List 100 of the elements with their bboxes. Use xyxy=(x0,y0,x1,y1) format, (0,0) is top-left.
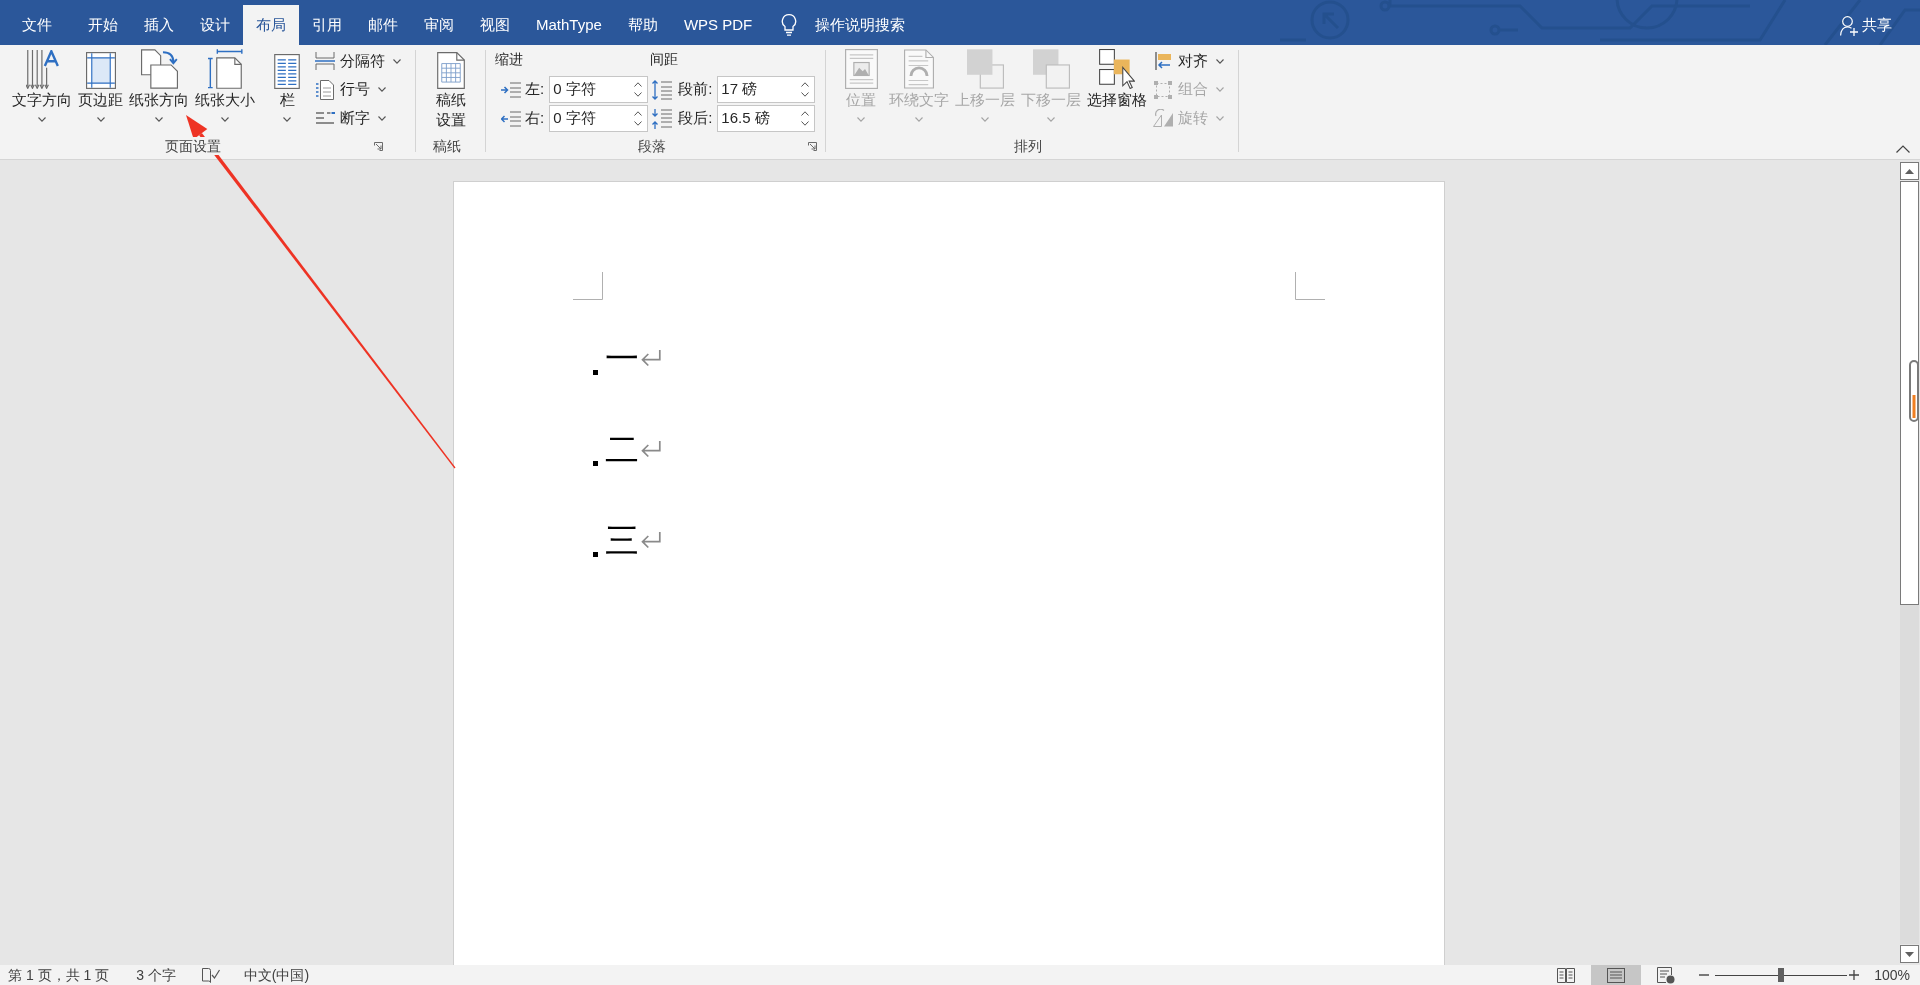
grid-page-icon xyxy=(436,52,465,89)
ribbon-button[interactable]: 栏 xyxy=(262,47,312,135)
paragraph-text: 三 xyxy=(605,520,639,560)
chevron-down-icon xyxy=(378,115,386,121)
triangle-down-icon xyxy=(1905,951,1914,957)
ribbon-tab[interactable]: 视图 xyxy=(467,5,523,45)
zoom-in-icon[interactable] xyxy=(1849,970,1860,980)
dialog-launcher-icon[interactable] xyxy=(374,141,383,151)
ribbon-tab[interactable]: 插入 xyxy=(131,5,187,45)
chevron-down-icon xyxy=(378,87,386,93)
ribbon-tab[interactable]: 引用 xyxy=(299,5,355,45)
paragraph-text: 二 xyxy=(605,429,639,469)
square-mark-icon xyxy=(593,552,598,557)
spacing-arrows-icon xyxy=(652,108,673,129)
align-left-icon xyxy=(1155,52,1171,71)
share-button[interactable]: 共享 xyxy=(1840,5,1892,45)
ribbon-tab[interactable]: 审阅 xyxy=(411,5,467,45)
stacked-squares-icon xyxy=(1032,49,1070,89)
word-count[interactable]: 3 个字 xyxy=(136,965,176,985)
web-page-icon xyxy=(1657,966,1676,984)
open-book-icon xyxy=(1557,967,1576,983)
ribbon-tab[interactable]: 文件 xyxy=(9,5,65,45)
page-lines-icon xyxy=(1607,967,1626,983)
field-label: 段前: xyxy=(678,80,713,99)
chevron-down-icon[interactable] xyxy=(634,121,643,126)
group-label: 页面设置 xyxy=(163,137,223,155)
ribbon-button[interactable]: 选择窗格 xyxy=(1084,47,1150,135)
chevron-down-icon[interactable] xyxy=(801,121,810,126)
group-label: 排列 xyxy=(1012,137,1044,155)
zoom-slider-thumb[interactable] xyxy=(1778,968,1785,982)
chevron-down-icon[interactable] xyxy=(801,92,810,97)
section-heading: 间距 xyxy=(650,50,680,69)
ribbon-tab[interactable]: 开始 xyxy=(75,5,131,45)
page-count[interactable]: 第 1 页，共 1 页 xyxy=(8,965,110,985)
vertical-arrows-icon xyxy=(25,50,59,89)
tell-me-search[interactable]: 操作说明搜索 xyxy=(781,5,906,45)
ribbon-tab[interactable]: 邮件 xyxy=(355,5,411,45)
group-label: 稿纸 xyxy=(430,137,463,155)
ribbon-button[interactable]: 纸张大小 xyxy=(192,47,258,135)
chevron-up-icon[interactable] xyxy=(801,111,810,116)
scrollbar-thumb[interactable] xyxy=(1900,181,1919,605)
ribbon-button[interactable]: 行号 xyxy=(312,75,389,104)
chevron-up-icon[interactable] xyxy=(634,111,643,116)
page-margins-icon xyxy=(85,52,116,89)
chevron-down-icon xyxy=(1216,87,1224,93)
ribbon-button[interactable]: 纸张方向 xyxy=(126,47,192,135)
dialog-launcher-icon[interactable] xyxy=(808,141,817,151)
section-heading: 缩进 xyxy=(495,50,524,69)
ribbon-tab[interactable]: 设计 xyxy=(187,5,243,45)
paragraph-mark-icon xyxy=(640,349,661,367)
chevron-up-icon[interactable] xyxy=(801,82,810,87)
ribbon-button[interactable]: 文字方向 xyxy=(9,47,75,135)
chevron-down-icon[interactable] xyxy=(634,92,643,97)
view-button[interactable] xyxy=(1591,965,1642,985)
selection-pane-icon xyxy=(1099,49,1135,89)
chevron-up-icon[interactable] xyxy=(634,82,643,87)
paragraph-text: 一 xyxy=(605,338,639,378)
ribbon-tab[interactable]: 帮助 xyxy=(614,5,671,45)
ribbon-button[interactable]: 分隔符 xyxy=(312,47,404,76)
square-mark-icon xyxy=(593,370,598,375)
indent-right-arrow-icon xyxy=(501,81,521,98)
columns-icon xyxy=(274,54,300,89)
spin-field[interactable]: 16.5 磅 xyxy=(717,105,816,132)
ribbon-button[interactable]: 页边距 xyxy=(75,47,126,135)
chevron-up-icon[interactable] xyxy=(1896,145,1910,153)
ribbon-tab[interactable]: WPS PDF xyxy=(670,5,766,45)
corner-mark-icon xyxy=(1295,272,1325,300)
language-indicator[interactable]: 中文(中国) xyxy=(243,965,310,985)
indent-left-arrow-icon xyxy=(501,110,521,127)
chevron-down-icon xyxy=(393,58,401,64)
ribbon-button[interactable]: 稿纸设置 xyxy=(425,47,476,135)
ribbon-button[interactable]: 断字 xyxy=(312,104,389,133)
picture-page-icon xyxy=(844,49,878,89)
triangle-up-icon xyxy=(1905,168,1914,174)
lightbulb-icon xyxy=(781,14,798,36)
square-mark-icon xyxy=(593,461,598,466)
zoom-percentage[interactable]: 100% xyxy=(1874,965,1910,985)
spin-field[interactable]: 17 磅 xyxy=(717,76,816,103)
page-break-icon xyxy=(315,52,335,71)
corner-mark-icon xyxy=(573,272,603,300)
chevron-down-icon xyxy=(1216,58,1224,64)
add-person-icon xyxy=(1840,16,1858,36)
chevron-down-icon xyxy=(1216,115,1224,121)
scroll-up-button[interactable] xyxy=(1900,162,1919,180)
ribbon-tab[interactable]: MathType xyxy=(523,5,615,45)
dashed-square-icon xyxy=(1154,80,1172,99)
group-label: 段落 xyxy=(635,137,668,155)
spacing-arrows-icon xyxy=(652,79,673,100)
field-label: 右: xyxy=(525,109,545,128)
rotate-pages-icon xyxy=(140,49,178,89)
paragraph-mark-icon xyxy=(640,440,661,458)
stacked-squares-icon xyxy=(966,49,1004,89)
page-size-icon xyxy=(207,49,243,89)
ribbon-button[interactable]: 对齐 xyxy=(1150,47,1227,76)
book-check-icon[interactable] xyxy=(201,967,220,983)
line-numbers-icon xyxy=(316,79,334,100)
spin-field[interactable]: 0 字符 xyxy=(549,105,649,132)
ribbon-tab[interactable]: 布局 xyxy=(243,5,299,45)
spin-field[interactable]: 0 字符 xyxy=(549,76,649,103)
scroll-down-button[interactable] xyxy=(1900,945,1919,963)
